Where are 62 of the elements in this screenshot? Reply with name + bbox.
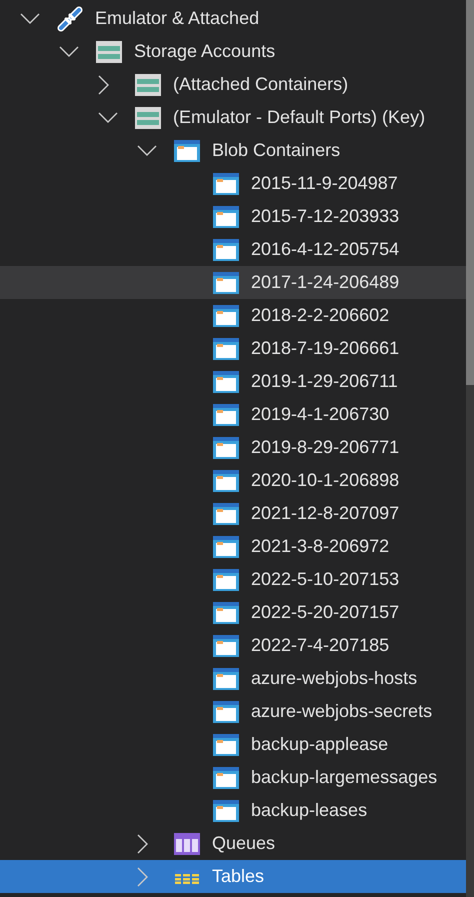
container-icon: [213, 766, 239, 788]
storage-icon: [135, 74, 161, 96]
tree-item[interactable]: (Emulator - Default Ports) (Key): [0, 101, 466, 134]
tree-item[interactable]: Blob Containers: [0, 134, 466, 167]
tree-item[interactable]: 2022-5-20-207157: [0, 596, 466, 629]
table-icon: [175, 870, 199, 884]
container-icon: [213, 338, 239, 360]
tree-item[interactable]: 2018-7-19-206661: [0, 332, 466, 365]
tree-item[interactable]: 2017-1-24-206489: [0, 266, 466, 299]
link-icon: [57, 6, 83, 32]
tree-item[interactable]: 2019-4-1-206730: [0, 398, 466, 431]
tree-item[interactable]: 2022-5-10-207153: [0, 563, 466, 596]
tree-item[interactable]: Tables: [0, 860, 466, 893]
queue-icon: [174, 832, 200, 854]
container-icon: [213, 502, 239, 524]
container-icon: [213, 568, 239, 590]
container-icon: [213, 700, 239, 722]
container-icon: [213, 404, 239, 426]
chevron-right-icon[interactable]: [98, 74, 110, 94]
container-icon: [213, 734, 239, 756]
container-icon: [174, 140, 200, 162]
container-icon: [213, 172, 239, 194]
storage-icon: [135, 106, 161, 128]
container-icon: [213, 272, 239, 294]
tree-item[interactable]: 2016-4-12-205754: [0, 233, 466, 266]
tree-item[interactable]: backup-largemessages: [0, 761, 466, 794]
container-icon: [213, 602, 239, 624]
container-icon: [213, 668, 239, 690]
container-icon: [213, 238, 239, 260]
tree-item[interactable]: 2015-7-12-203933: [0, 200, 466, 233]
container-icon: [213, 634, 239, 656]
tree-item[interactable]: (Attached Containers): [0, 68, 466, 101]
tree-item[interactable]: backup-applease: [0, 728, 466, 761]
container-icon: [213, 470, 239, 492]
scrollbar[interactable]: [466, 0, 474, 897]
container-icon: [213, 304, 239, 326]
chevron-down-icon[interactable]: [137, 144, 157, 156]
chevron-down-icon[interactable]: [98, 112, 118, 124]
tree-item[interactable]: Emulator & Attached: [0, 2, 466, 35]
container-icon: [213, 206, 239, 228]
tree-item[interactable]: 2022-7-4-207185: [0, 629, 466, 662]
container-icon: [213, 436, 239, 458]
chevron-right-icon[interactable]: [137, 834, 149, 854]
tree-item[interactable]: 2018-2-2-206602: [0, 299, 466, 332]
tree-item[interactable]: 2015-11-9-204987: [0, 167, 466, 200]
tree-item[interactable]: 2020-10-1-206898: [0, 464, 466, 497]
tree-item[interactable]: 2019-8-29-206771: [0, 431, 466, 464]
tree-item[interactable]: Queues: [0, 827, 466, 860]
tree-item[interactable]: 2019-1-29-206711: [0, 365, 466, 398]
scrollbar-thumb[interactable]: [466, 0, 474, 385]
tree-item[interactable]: backup-leases: [0, 794, 466, 827]
tree-item[interactable]: 2021-3-8-206972: [0, 530, 466, 563]
container-icon: [213, 370, 239, 392]
chevron-down-icon[interactable]: [20, 12, 40, 24]
container-icon: [213, 800, 239, 822]
storage-icon: [96, 40, 122, 62]
chevron-down-icon[interactable]: [59, 46, 79, 58]
tree-item[interactable]: Storage Accounts: [0, 35, 466, 68]
tree-item[interactable]: azure-webjobs-hosts: [0, 662, 466, 695]
tree-item[interactable]: azure-webjobs-secrets: [0, 695, 466, 728]
container-icon: [213, 536, 239, 558]
tree-item[interactable]: 2021-12-8-207097: [0, 497, 466, 530]
